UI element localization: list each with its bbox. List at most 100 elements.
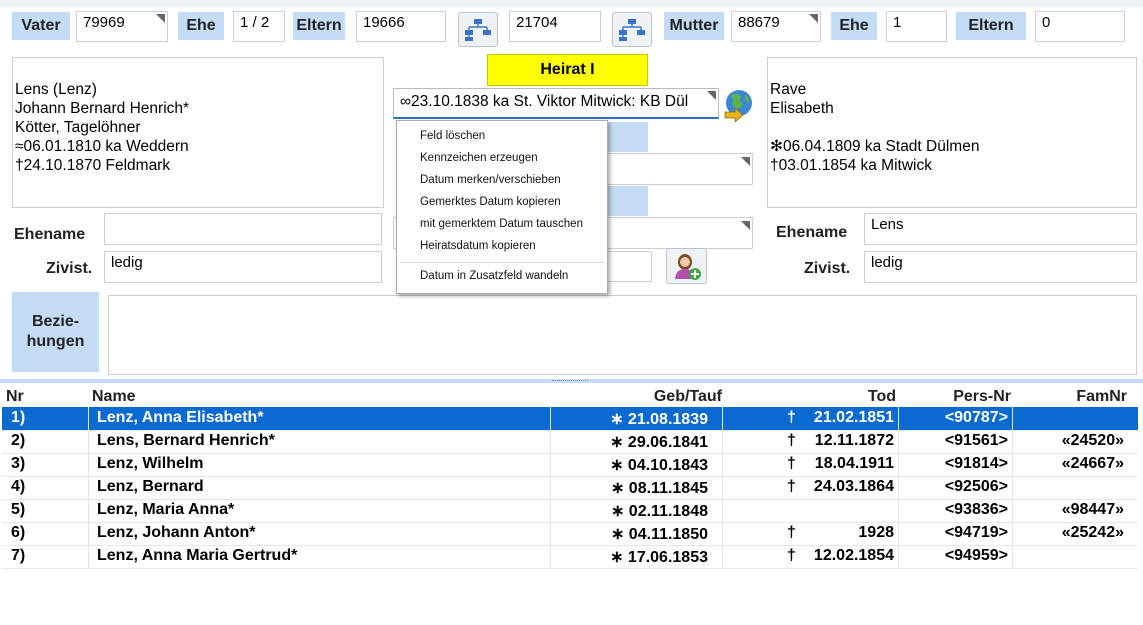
center-field-3[interactable] xyxy=(605,251,652,282)
beziehungen-field[interactable] xyxy=(108,295,1137,375)
cell-pers: <94719> xyxy=(944,524,1008,541)
mother-line: Elisabeth xyxy=(770,100,834,117)
table-row[interactable]: 7) Lenz, Anna Maria Gertrud* ∗ 17.06.1853 †… xyxy=(2,545,1138,568)
menu-item-datum-kopieren[interactable]: Gemerktes Datum kopieren xyxy=(420,196,561,208)
cell-tod: 21.02.1851 xyxy=(813,409,894,426)
family-tree-button-left[interactable] xyxy=(458,12,498,47)
middle-field[interactable]: 21704 xyxy=(509,11,601,42)
globe-arrow-icon xyxy=(724,90,752,123)
menu-item-feld-loeschen[interactable]: Feld löschen xyxy=(420,130,485,142)
cell-nr: 4) xyxy=(11,478,26,495)
menu-item-datum-merken[interactable]: Datum merken/verschieben xyxy=(420,174,561,186)
splitter-grip[interactable] xyxy=(552,380,588,382)
column-divider xyxy=(1012,407,1013,568)
children-table[interactable]: Nr Name Geb/Tauf Tod Pers-Nr FamNr 1) Len… xyxy=(0,379,1143,625)
column-divider xyxy=(722,407,723,568)
eltern-label: Eltern xyxy=(293,12,345,40)
family-tree-button-right[interactable] xyxy=(612,12,652,47)
eltern2-field[interactable]: 0 xyxy=(1035,11,1125,42)
cell-pers: <93836> xyxy=(944,501,1008,518)
menu-item-heiratsdatum-kopieren[interactable]: Heiratsdatum kopieren xyxy=(420,240,536,252)
vater-label: Vater xyxy=(12,12,70,40)
family-tree-icon xyxy=(619,18,645,41)
cell-pers: <94959> xyxy=(944,547,1008,564)
cell-nr: 5) xyxy=(11,501,26,518)
eltern-field[interactable]: 19666 xyxy=(356,11,446,42)
mutter-label: Mutter xyxy=(664,12,724,40)
table-row[interactable]: 4) Lenz, Bernard ∗ 08.11.1845 † 24.03.1864 <9… xyxy=(2,476,1138,499)
cell-tod: 1928 xyxy=(858,524,894,541)
father-line: Johann Bernard Henrich* xyxy=(15,100,190,117)
father-line: †24.10.1870 Feldmark xyxy=(15,157,171,174)
cell-tod-symbol: † xyxy=(787,547,796,564)
cell-fam: «98447» xyxy=(1061,501,1124,518)
cell-nr: 3) xyxy=(11,455,26,472)
cell-tod: 24.03.1864 xyxy=(813,478,894,495)
center-field-2[interactable] xyxy=(605,217,753,249)
cell-name: Lenz, Anna Maria Gertrud* xyxy=(97,547,298,564)
header-pers[interactable]: Pers-Nr xyxy=(953,388,1011,406)
menu-separator xyxy=(400,262,604,263)
menu-item-kennzeichen[interactable]: Kennzeichen erzeugen xyxy=(420,152,538,164)
column-divider xyxy=(550,407,551,568)
center-field-1[interactable] xyxy=(605,153,753,185)
cell-nr: 2) xyxy=(11,432,26,449)
header-tod[interactable]: Tod xyxy=(868,388,896,406)
context-menu[interactable]: Feld löschen Kennzeichen erzeugen Datum … xyxy=(396,120,608,294)
header-geb[interactable]: Geb/Tauf xyxy=(654,388,722,406)
eltern2-label: Eltern xyxy=(956,12,1026,40)
table-row[interactable]: 2) Lens, Bernard Henrich* ∗ 29.06.1841 † 12.… xyxy=(2,430,1138,453)
menu-item-zusatzfeld[interactable]: Datum in Zusatzfeld wandeln xyxy=(420,270,568,282)
cell-name: Lenz, Maria Anna* xyxy=(97,501,235,518)
cell-tod: 12.02.1854 xyxy=(813,547,894,564)
father-ehename-label: Ehename xyxy=(14,226,86,243)
mother-zivist-label: Zivist. xyxy=(804,260,851,277)
cell-geb: ∗ 04.10.1843 xyxy=(610,457,708,474)
cell-name: Lenz, Anna Elisabeth* xyxy=(97,409,264,426)
cell-nr: 7) xyxy=(11,547,26,564)
header-name[interactable]: Name xyxy=(92,388,136,406)
add-person-button[interactable] xyxy=(666,248,707,284)
heirat-title[interactable]: Heirat I xyxy=(487,54,648,86)
mother-line: ✻06.04.1809 ka Stadt Dülmen xyxy=(770,138,980,155)
mutter-field[interactable]: 88679 xyxy=(731,11,821,42)
cell-pers: <91561> xyxy=(944,432,1008,449)
cell-pers: <91814> xyxy=(944,455,1008,472)
column-divider xyxy=(88,407,89,568)
add-person-icon xyxy=(674,254,701,280)
father-line: Lens (Lenz) xyxy=(15,81,97,98)
globe-arrow-button[interactable] xyxy=(721,88,755,123)
mother-panel[interactable]: Rave Elisabeth ✻06.04.1809 ka Stadt Dülm… xyxy=(767,57,1137,208)
mother-zivist-field[interactable]: ledig xyxy=(864,251,1137,283)
cell-fam: «25242» xyxy=(1061,524,1124,541)
ehe-field[interactable]: 1 / 2 xyxy=(233,11,285,42)
row-divider xyxy=(2,568,1138,569)
table-row[interactable]: 1) Lenz, Anna Elisabeth* ∗ 21.08.1839 † 21.0… xyxy=(2,407,1138,430)
vater-field[interactable]: 79969 xyxy=(76,11,168,42)
column-divider xyxy=(898,407,899,568)
father-ehename-field[interactable] xyxy=(104,213,382,245)
top-strip xyxy=(0,0,1143,7)
marriage-date-field[interactable]: ∞23.10.1838 ka St. Viktor Mitwick: KB Dü… xyxy=(393,88,719,119)
table-row[interactable]: 5) Lenz, Maria Anna* ∗ 02.11.1848 <93836> «9… xyxy=(2,499,1138,522)
mother-ehename-field[interactable]: Lens xyxy=(864,213,1137,245)
beziehungen-label-line2: hungen xyxy=(26,333,85,350)
header-fam[interactable]: FamNr xyxy=(1076,388,1127,406)
cell-geb: ∗ 17.06.1853 xyxy=(610,549,708,566)
cell-geb: ∗ 29.06.1841 xyxy=(610,434,708,451)
cell-name: Lens, Bernard Henrich* xyxy=(97,432,275,449)
cell-nr: 6) xyxy=(11,524,26,541)
father-panel[interactable]: Lens (Lenz) Johann Bernard Henrich* Kött… xyxy=(12,57,384,208)
cell-pers: <92506> xyxy=(944,478,1008,495)
menu-item-datum-tauschen[interactable]: mit gemerktem Datum tauschen xyxy=(420,218,583,230)
table-row[interactable]: 6) Lenz, Johann Anton* ∗ 04.11.1850 † 1928 <9… xyxy=(2,522,1138,545)
header-nr[interactable]: Nr xyxy=(6,388,24,406)
beziehungen-label[interactable]: Bezie- hungen xyxy=(12,292,99,372)
cell-geb: ∗ 04.11.1850 xyxy=(610,526,708,543)
ehe2-field[interactable]: 1 xyxy=(886,11,947,42)
cell-tod: 12.11.1872 xyxy=(814,432,894,449)
mother-line: Rave xyxy=(770,81,807,98)
cell-tod-symbol: † xyxy=(787,409,796,426)
father-zivist-field[interactable]: ledig xyxy=(104,251,382,283)
table-row[interactable]: 3) Lenz, Wilhelm ∗ 04.10.1843 † 18.04.1911 <9… xyxy=(2,453,1138,476)
